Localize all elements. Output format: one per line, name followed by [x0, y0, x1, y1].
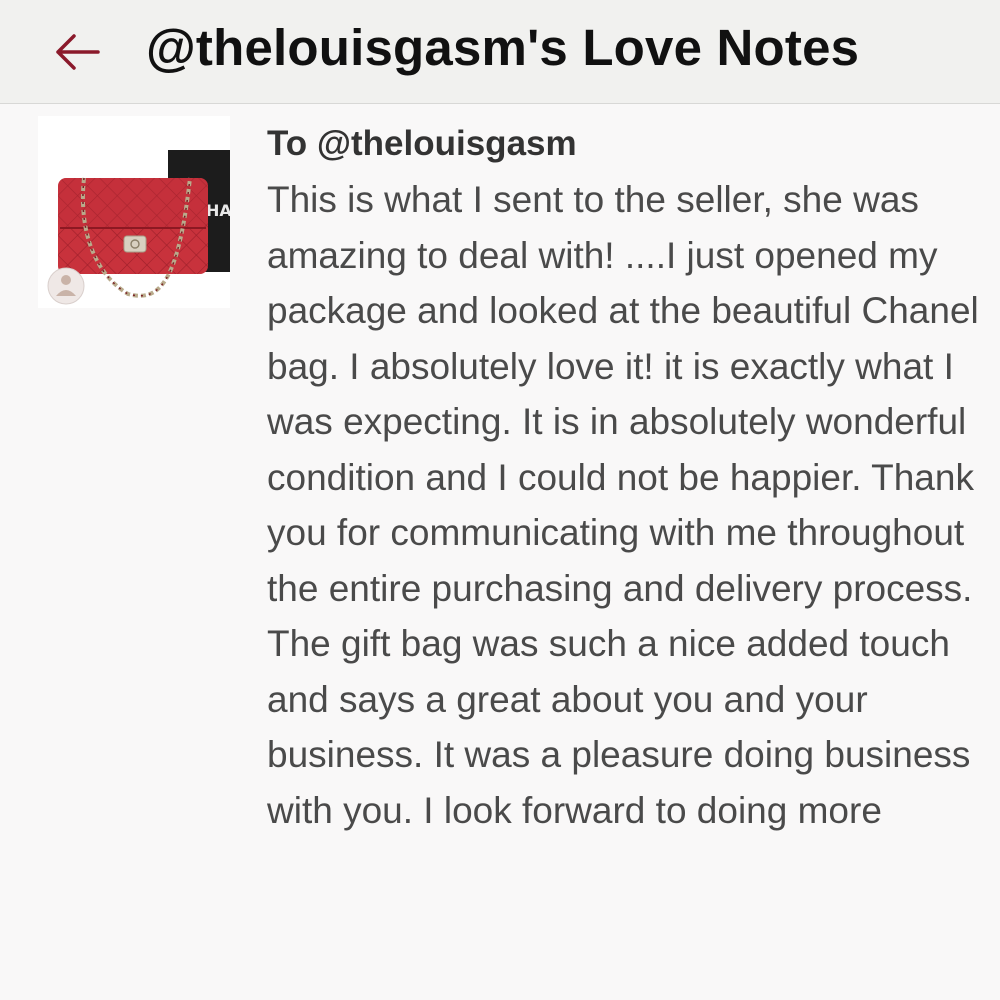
note-message: This is what I sent to the seller, she w…	[267, 179, 979, 831]
note-recipient: To @thelouisgasm	[267, 124, 577, 163]
arrow-left-icon	[56, 34, 100, 70]
top-bar: @thelouisgasm's Love Notes	[0, 0, 1000, 104]
red-quilted-handbag-image: HA	[38, 116, 230, 308]
love-notes-screen: @thelouisgasm's Love Notes HA To @thelou…	[0, 0, 1000, 1000]
box-text: HA	[206, 201, 230, 220]
love-note-item: HA To @thelouisgasm This is what I sent …	[0, 104, 1000, 1000]
page-title: @thelouisgasm's Love Notes	[146, 19, 860, 76]
listing-thumbnail[interactable]: HA	[38, 116, 230, 308]
back-button[interactable]	[48, 28, 104, 76]
